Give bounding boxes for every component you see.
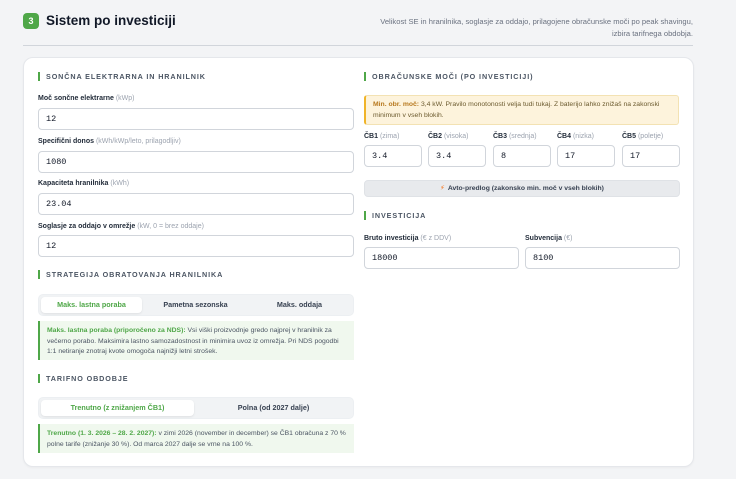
cb1-input[interactable]: 3.4 <box>364 145 422 167</box>
field-label-battery-capacity: Kapaciteta hranilnika (kWh) <box>38 180 130 187</box>
page-header: 3 Sistem po investiciji Velikost SE in h… <box>0 0 736 46</box>
pv-power-input[interactable]: 12 <box>38 108 354 130</box>
section-title-tariff: TARIFNO OBDOBJE <box>38 374 128 383</box>
strategy-option-max-export[interactable]: Maks. oddaja <box>249 297 350 313</box>
lightning-icon: ⚡ <box>440 185 445 192</box>
min-power-warning: Min. obr. moč: 3,4 kW. Pravilo monotonos… <box>364 95 679 125</box>
section-title-investment: INVESTICIJA <box>364 211 426 220</box>
header-divider <box>23 45 693 46</box>
specific-yield-input[interactable]: 1080 <box>38 151 354 173</box>
page-title: Sistem po investiciji <box>46 13 176 28</box>
cb4-input[interactable]: 17 <box>557 145 615 167</box>
strategy-option-self-consumption[interactable]: Maks. lastna poraba <box>41 297 142 313</box>
strategy-info: Maks. lastna poraba (priporočeno za NDS)… <box>38 321 354 360</box>
cb2-input[interactable]: 3.4 <box>428 145 486 167</box>
strategy-selector: Maks. lastna poraba Pametna sezonska Mak… <box>38 294 354 316</box>
field-label-export-consent: Soglasje za oddajo v omrežje (kW, 0 = br… <box>38 223 204 230</box>
subsidy-input[interactable]: 8100 <box>525 247 680 269</box>
block-label-cb2: ČB2 (visoka) <box>428 133 469 140</box>
battery-capacity-input[interactable]: 23.04 <box>38 193 354 215</box>
tariff-option-full[interactable]: Polna (od 2027 dalje) <box>197 400 350 416</box>
page-description: Velikost SE in hranilnika, soglasje za o… <box>380 17 693 38</box>
block-label-cb3: ČB3 (srednja) <box>493 133 537 140</box>
block-label-cb5: ČB5 (poletje) <box>622 133 664 140</box>
auto-suggest-button[interactable]: ⚡ Avto-predlog (zakonsko min. moč v vseh … <box>364 180 680 197</box>
field-label-gross-investment: Bruto investicija (€ z DDV) <box>364 235 452 242</box>
system-card: SONČNA ELEKTRARNA IN HRANILNIK Moč sončn… <box>23 57 694 467</box>
gross-investment-input[interactable]: 18000 <box>364 247 519 269</box>
cb3-input[interactable]: 8 <box>493 145 551 167</box>
block-label-cb4: ČB4 (nizka) <box>557 133 594 140</box>
field-label-specific-yield: Specifični donos (kWh/kWp/leto, prilagod… <box>38 138 181 145</box>
block-label-cb1: ČB1 (zima) <box>364 133 400 140</box>
section-title-strategy: STRATEGIJA OBRATOVANJA HRANILNIKA <box>38 270 223 279</box>
section-title-powers: OBRAČUNSKE MOČI (PO INVESTICIJI) <box>364 72 533 81</box>
cb5-input[interactable]: 17 <box>622 145 680 167</box>
field-label-pv-power: Moč sončne elektrarne (kWp) <box>38 95 135 102</box>
section-title-solar: SONČNA ELEKTRARNA IN HRANILNIK <box>38 72 206 81</box>
tariff-info: Trenutno (1. 3. 2026 – 28. 2. 2027): v z… <box>38 424 354 453</box>
step-badge: 3 <box>23 13 39 29</box>
tariff-selector: Trenutno (z znižanjem ČB1) Polna (od 202… <box>38 397 354 419</box>
tariff-option-current[interactable]: Trenutno (z znižanjem ČB1) <box>41 400 194 416</box>
field-label-subsidy: Subvencija (€) <box>525 235 573 242</box>
strategy-option-smart-seasonal[interactable]: Pametna sezonska <box>145 297 246 313</box>
export-consent-input[interactable]: 12 <box>38 235 354 257</box>
